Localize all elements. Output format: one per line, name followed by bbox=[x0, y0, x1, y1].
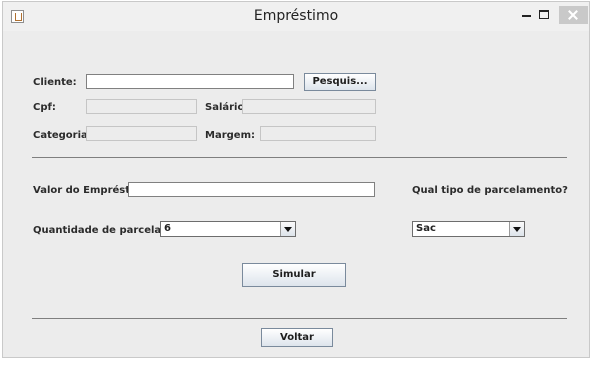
parcelas-selected-value: 6 bbox=[164, 223, 171, 234]
margem-label: Margem: bbox=[205, 130, 255, 141]
valor-input[interactable] bbox=[129, 189, 374, 202]
minimize-icon[interactable] bbox=[518, 6, 534, 24]
maximize-icon[interactable] bbox=[536, 6, 552, 24]
window-title: Empréstimo bbox=[253, 8, 339, 24]
categoria-label: Categoria: bbox=[33, 130, 92, 141]
parcelas-select[interactable]: 6 bbox=[160, 221, 296, 237]
cliente-field[interactable] bbox=[86, 74, 294, 94]
cliente-label: Cliente: bbox=[33, 77, 77, 88]
search-button[interactable]: Pesquis... bbox=[304, 73, 376, 91]
tipo-parcelamento-label: Qual tipo de parcelamento? bbox=[412, 185, 568, 196]
categoria-field bbox=[86, 126, 197, 141]
tipo-selected-value: Sac bbox=[416, 223, 436, 234]
section-divider bbox=[32, 157, 567, 158]
salario-field bbox=[242, 99, 376, 114]
loan-window: Empréstimo Cliente: Pesquis... Cpf: Salá… bbox=[2, 1, 590, 358]
title-bar: Empréstimo bbox=[3, 2, 589, 31]
chevron-down-icon[interactable] bbox=[280, 222, 295, 236]
cpf-field bbox=[86, 99, 197, 114]
valor-field[interactable] bbox=[128, 182, 375, 202]
close-icon[interactable] bbox=[559, 6, 588, 24]
margem-field bbox=[260, 126, 376, 141]
parcelas-label: Quantidade de parcelas: bbox=[33, 225, 172, 236]
voltar-button[interactable]: Voltar bbox=[261, 328, 333, 347]
simular-button[interactable]: Simular bbox=[242, 263, 346, 287]
cpf-label: Cpf: bbox=[33, 102, 56, 113]
cliente-input[interactable] bbox=[87, 81, 293, 94]
chevron-down-icon[interactable] bbox=[509, 222, 524, 236]
tipo-parcelamento-select[interactable]: Sac bbox=[412, 221, 525, 237]
bottom-divider bbox=[32, 318, 567, 319]
